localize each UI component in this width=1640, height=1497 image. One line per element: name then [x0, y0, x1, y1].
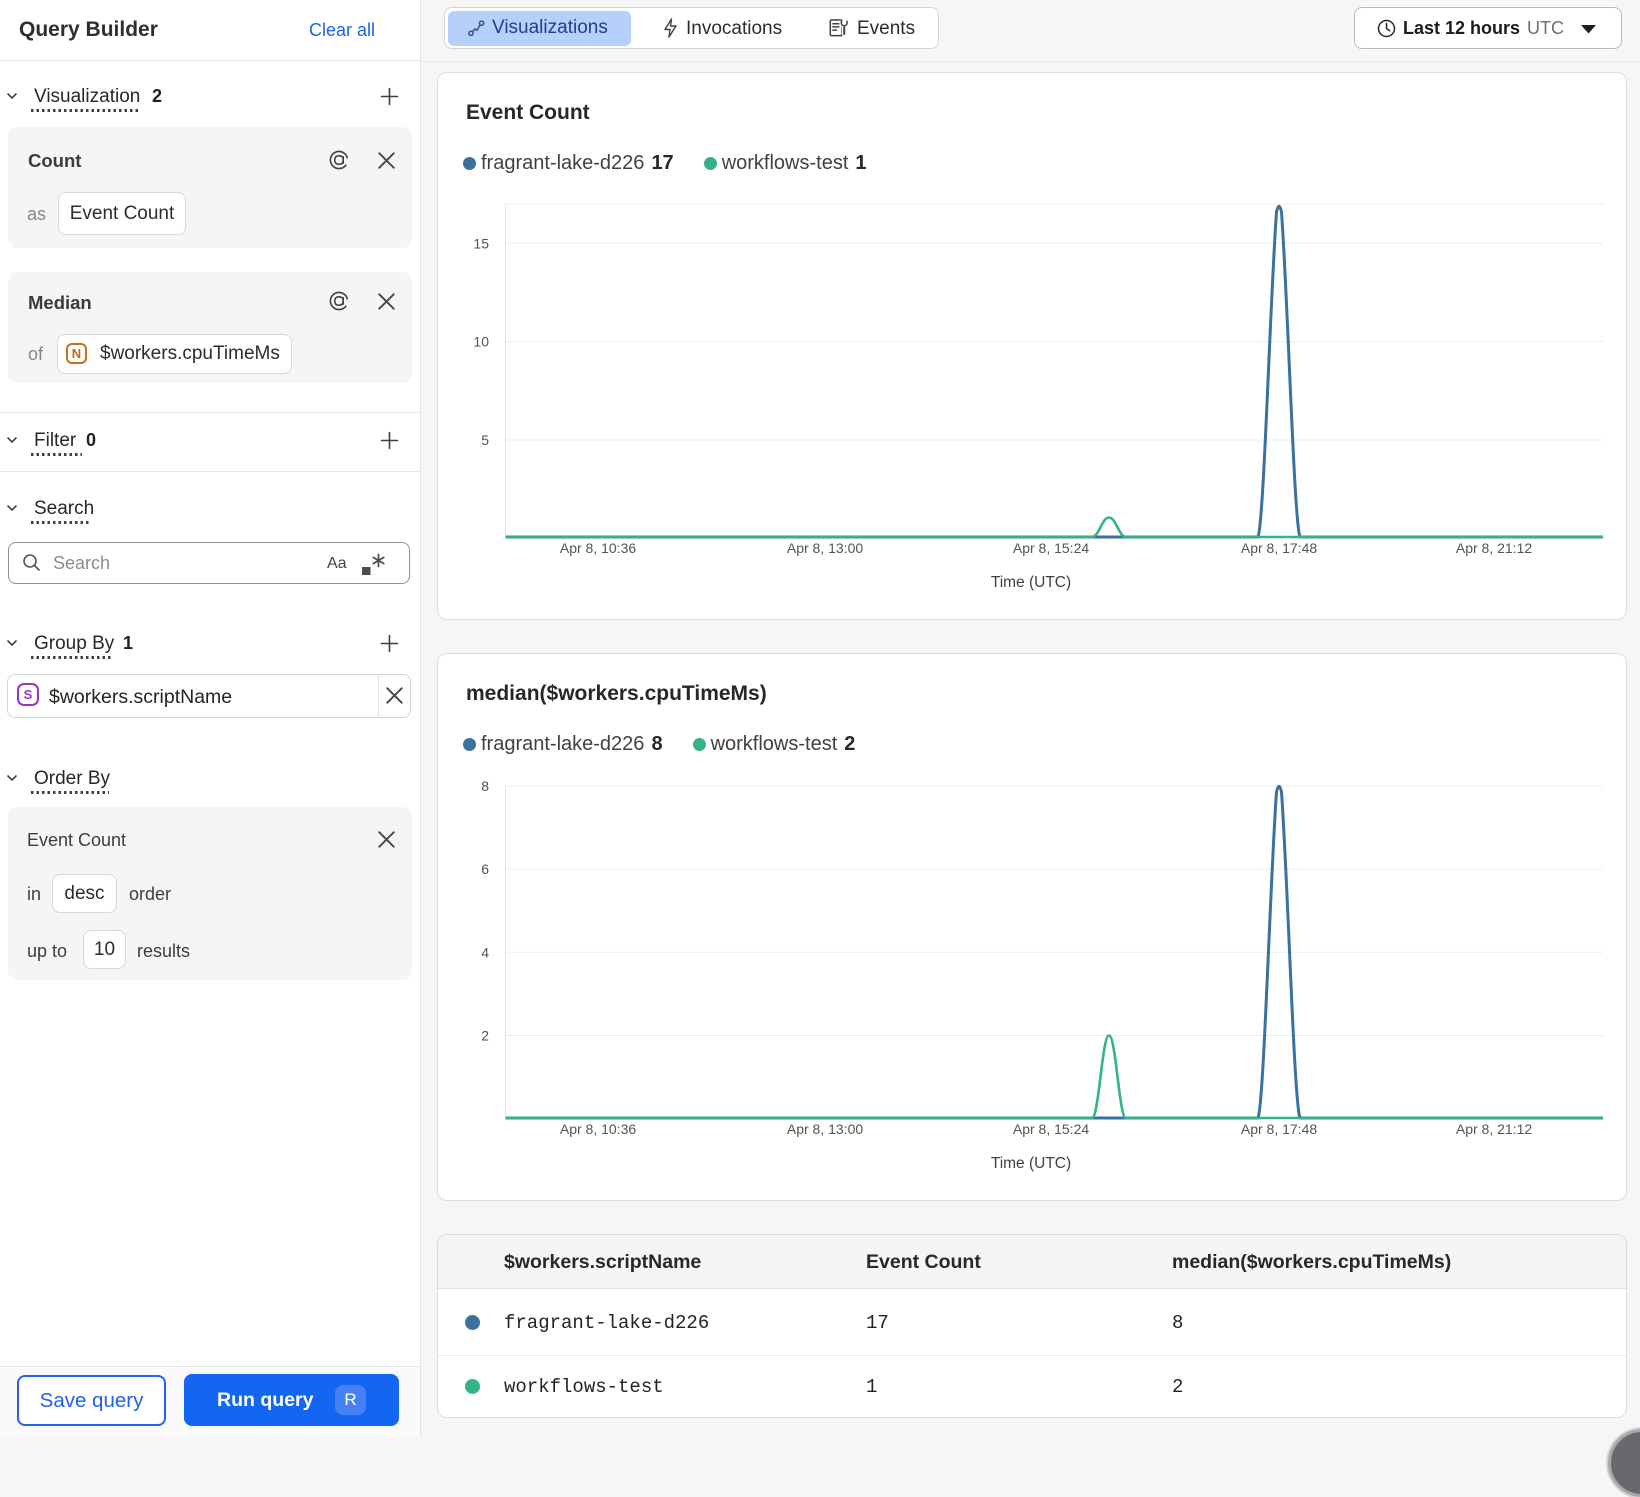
- svg-text:10: 10: [473, 334, 489, 350]
- svg-text:Time (UTC): Time (UTC): [991, 574, 1071, 591]
- svg-text:4: 4: [481, 945, 489, 961]
- svg-text:Apr 8, 21:12: Apr 8, 21:12: [1456, 540, 1532, 556]
- svg-text:Apr 8, 17:48: Apr 8, 17:48: [1241, 1121, 1317, 1137]
- svg-text:Apr 8, 13:00: Apr 8, 13:00: [787, 1121, 863, 1137]
- svg-text:Apr 8, 10:36: Apr 8, 10:36: [560, 1121, 636, 1137]
- svg-text:8: 8: [481, 778, 489, 794]
- svg-text:Apr 8, 21:12: Apr 8, 21:12: [1456, 1121, 1532, 1137]
- svg-text:Apr 8, 15:24: Apr 8, 15:24: [1013, 1121, 1089, 1137]
- svg-text:6: 6: [481, 861, 489, 877]
- svg-text:15: 15: [473, 236, 489, 252]
- svg-text:Time (UTC): Time (UTC): [991, 1155, 1071, 1172]
- svg-text:Apr 8, 13:00: Apr 8, 13:00: [787, 540, 863, 556]
- svg-text:Apr 8, 10:36: Apr 8, 10:36: [560, 540, 636, 556]
- svg-text:Apr 8, 17:48: Apr 8, 17:48: [1241, 540, 1317, 556]
- svg-text:5: 5: [481, 432, 489, 448]
- svg-text:Apr 8, 15:24: Apr 8, 15:24: [1013, 540, 1089, 556]
- svg-text:2: 2: [481, 1028, 489, 1044]
